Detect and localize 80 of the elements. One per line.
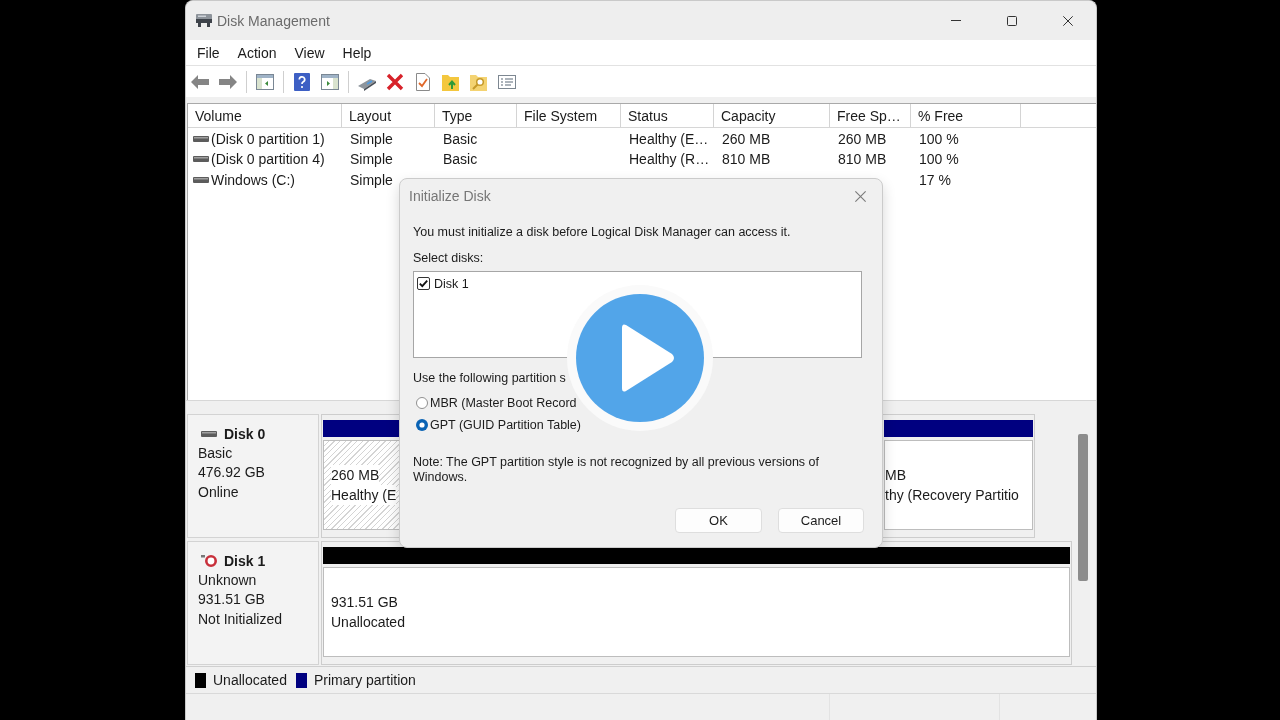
- window-pane-icon[interactable]: [256, 72, 274, 91]
- menu-item[interactable]: Action: [228, 44, 286, 61]
- partition-label: MB: [885, 466, 906, 485]
- drive-icon: [193, 176, 209, 183]
- field-label: Select disks:: [413, 250, 484, 266]
- partition-label: thy (Recovery Partitio: [885, 486, 1019, 505]
- table-cell: Simple: [350, 151, 393, 168]
- menu-item[interactable]: File: [188, 44, 229, 61]
- disk-type: Basic: [198, 443, 233, 463]
- field-label: Use the following partition s: [413, 370, 566, 386]
- disk-status: Online: [198, 482, 239, 502]
- table-cell: Healthy (E…: [629, 130, 709, 147]
- cancel-button[interactable]: Cancel: [778, 508, 864, 533]
- column-header[interactable]: Capacity: [714, 104, 830, 127]
- dialog-message: You must initialize a disk before Logical Disk Manager can access it.: [413, 224, 791, 240]
- partition-label: 260 MB: [331, 465, 380, 485]
- menu-item[interactable]: View: [285, 44, 334, 61]
- table-cell: Basic: [443, 130, 478, 147]
- partition-label: Unallocated: [331, 613, 405, 632]
- volume-name: (Disk 0 partition 4): [211, 151, 325, 168]
- partition-label: 931.51 GB: [331, 593, 398, 612]
- table-cell: Simple: [350, 130, 393, 147]
- disk-option-label[interactable]: Disk 1: [434, 276, 469, 291]
- table-cell: Healthy (R…: [629, 151, 710, 168]
- disk-size: 931.51 GB: [198, 590, 265, 609]
- close-icon[interactable]: [1063, 15, 1073, 26]
- document-check-icon[interactable]: [414, 72, 432, 91]
- volume-name: Windows (C:): [211, 171, 295, 188]
- partition-block[interactable]: MB thy (Recovery Partitio: [884, 440, 1033, 530]
- radio-label[interactable]: GPT (GUID Partition Table): [430, 418, 581, 432]
- forward-arrow-icon[interactable]: [219, 72, 237, 91]
- table-cell: 810 MB: [722, 151, 771, 168]
- dialog-title: Initialize Disk: [409, 188, 491, 204]
- disk-size: 476.92 GB: [198, 463, 265, 482]
- column-header[interactable]: % Free: [911, 104, 1021, 127]
- drive-icon: [196, 14, 212, 27]
- ok-button[interactable]: OK: [675, 508, 762, 533]
- radio-button[interactable]: [416, 397, 428, 409]
- checkbox[interactable]: [417, 277, 430, 290]
- folder-arrow-icon[interactable]: [442, 72, 460, 91]
- column-header[interactable]: Volume: [188, 104, 342, 127]
- partition-label: Healthy (E: [331, 485, 397, 505]
- partition-block[interactable]: 260 MB Healthy (E: [323, 440, 400, 530]
- drive-icon: [193, 156, 209, 163]
- table-cell: 17 %: [919, 171, 951, 188]
- list-icon[interactable]: [498, 72, 516, 91]
- table-cell: 260 MB: [838, 130, 887, 147]
- column-header[interactable]: Free Sp…: [830, 104, 911, 127]
- maximize-icon[interactable]: [1007, 15, 1017, 26]
- table-cell: 260 MB: [722, 130, 771, 147]
- column-header[interactable]: Status: [621, 104, 714, 127]
- radio-button[interactable]: [416, 419, 428, 431]
- delete-icon[interactable]: [386, 72, 404, 91]
- volume-name: (Disk 0 partition 1): [211, 130, 325, 147]
- drive-icon: [193, 135, 209, 142]
- disk-name: Disk 0: [224, 425, 266, 442]
- disk-name: Disk 1: [224, 552, 266, 569]
- table-cell: 810 MB: [838, 151, 887, 168]
- partition-block[interactable]: 931.51 GB Unallocated: [323, 567, 1070, 657]
- menu-item[interactable]: Help: [333, 44, 381, 61]
- disk-label-panel[interactable]: Disk 0 Basic 476.92 GB Online: [187, 414, 319, 538]
- column-header[interactable]: Type: [435, 104, 517, 127]
- column-header[interactable]: File System: [517, 104, 621, 127]
- table-cell: 100 %: [919, 151, 959, 168]
- folder-search-icon[interactable]: [470, 72, 488, 91]
- column-header[interactable]: Layout: [342, 104, 435, 127]
- help-icon[interactable]: [293, 72, 311, 91]
- legend-label: Primary partition: [313, 672, 416, 688]
- disk-type: Unknown: [198, 570, 257, 590]
- legend-label: Unallocated: [213, 672, 287, 688]
- disk-label-panel[interactable]: Disk 1 Unknown 931.51 GB Not Initialized: [187, 541, 319, 665]
- disk-status: Not Initialized: [198, 609, 283, 629]
- table-cell: 100 %: [919, 130, 959, 147]
- window-title: Disk Management: [217, 12, 330, 29]
- table-cell: Simple: [350, 171, 393, 188]
- window-pane-icon[interactable]: [321, 72, 339, 91]
- radio-label[interactable]: MBR (Master Boot Record: [430, 396, 577, 410]
- dialog-note: Note: The GPT partition style is not recognized by all previous versions of Windows.: [413, 455, 820, 485]
- scrollbar-thumb[interactable]: [1078, 434, 1088, 581]
- table-cell: Basic: [443, 151, 478, 168]
